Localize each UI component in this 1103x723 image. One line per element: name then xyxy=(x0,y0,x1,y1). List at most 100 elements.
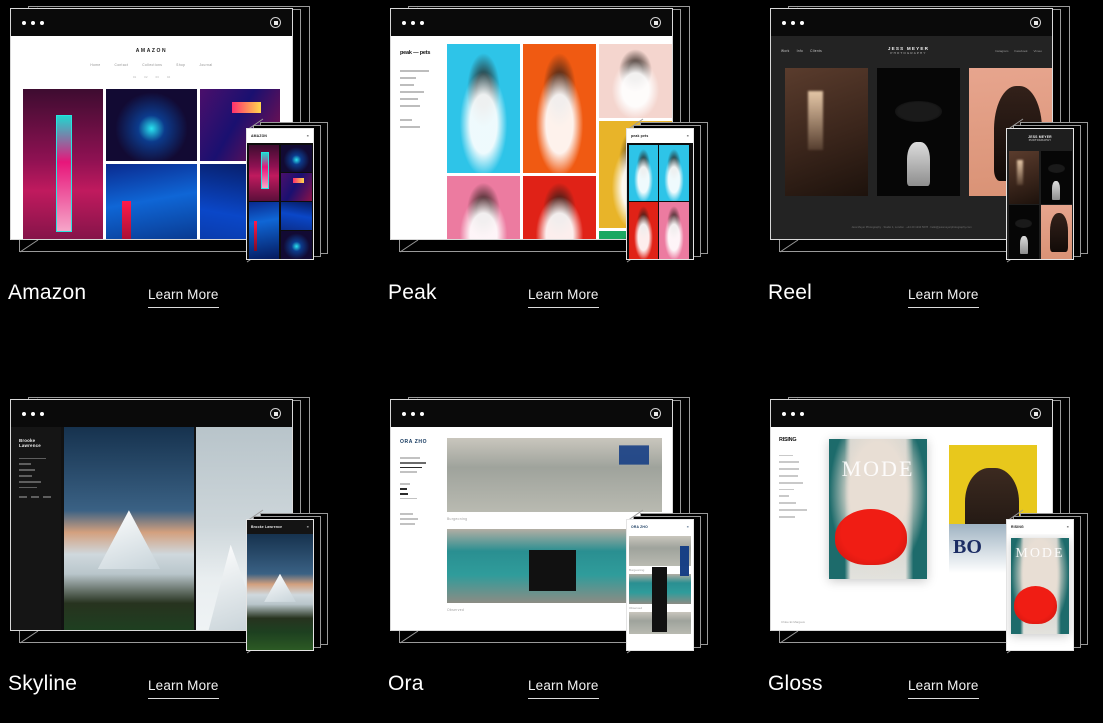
template-card-amazon[interactable]: AMAZON Home Contact Collections Shop Jou… xyxy=(0,0,340,361)
learn-more-link[interactable]: Learn More xyxy=(908,678,979,699)
site-nav xyxy=(400,457,432,474)
photo-tile xyxy=(280,173,312,201)
site-logo: ORA ZHO xyxy=(400,439,428,445)
learn-more-link[interactable]: Learn More xyxy=(148,287,219,308)
nav-item xyxy=(19,469,35,471)
photo-tile xyxy=(447,176,520,239)
record-circle-icon[interactable] xyxy=(650,17,661,28)
nav-item xyxy=(400,522,416,525)
browser-chrome xyxy=(391,9,672,36)
template-title: Skyline xyxy=(8,672,78,695)
nav-item xyxy=(400,492,409,495)
hamburger-icon[interactable]: ≡ xyxy=(687,525,689,529)
phone-preview[interactable]: RISING ≡ MODE xyxy=(1006,519,1074,651)
record-circle-icon[interactable] xyxy=(270,408,281,419)
phone-mockup-group[interactable]: peak pets ≡ xyxy=(626,118,720,272)
photo-tile xyxy=(599,44,672,118)
template-card-ora[interactable]: ORA ZHO Burgeoning Observed ORA ZHO ≡ Bu… xyxy=(380,391,720,723)
site-sidebar: ORA ZHO xyxy=(391,427,441,630)
traffic-light-dots[interactable] xyxy=(22,20,44,25)
phone-mockup-group[interactable]: AMAZON ≡ xyxy=(246,118,340,272)
nav-item: Home xyxy=(90,63,101,67)
subnav-item xyxy=(400,119,412,122)
photo-tile xyxy=(247,534,313,650)
traffic-light-dots[interactable] xyxy=(402,411,424,416)
nav-item: Work xyxy=(781,49,790,53)
window-dot-icon xyxy=(791,20,795,25)
phone-mockup-group[interactable]: ORA ZHO ≡ Burgeoning Observed xyxy=(626,509,720,663)
phone-preview[interactable]: JESS MEYER PHOTOGRAPHY xyxy=(1006,128,1074,260)
window-dot-icon xyxy=(411,20,415,25)
phone-logo: ORA ZHO xyxy=(631,525,648,529)
site-nav: Work Info Clients xyxy=(781,49,822,53)
phone-preview[interactable]: ORA ZHO ≡ Burgeoning Observed xyxy=(626,519,694,651)
nav-item xyxy=(779,509,808,511)
photo-tile xyxy=(523,44,596,173)
site-nav xyxy=(19,457,53,489)
traffic-light-dots[interactable] xyxy=(22,411,44,416)
nav-item xyxy=(400,84,414,87)
window-dot-icon xyxy=(791,411,795,416)
nav-item xyxy=(19,480,41,483)
photo-tile xyxy=(248,202,280,259)
photo-tile xyxy=(447,44,520,173)
phone-viewport: Burgeoning Observed xyxy=(627,534,693,650)
nav-item xyxy=(400,105,420,108)
record-circle-icon[interactable] xyxy=(650,408,661,419)
traffic-light-dots[interactable] xyxy=(782,20,804,25)
photo-tile xyxy=(1040,150,1072,204)
window-dot-icon xyxy=(800,20,804,25)
learn-more-link[interactable]: Learn More xyxy=(528,678,599,699)
site-subnav: 01 02 03 04 xyxy=(11,75,292,79)
cover-title: MODE xyxy=(841,456,915,481)
phone-mockup-group[interactable]: JESS MEYER PHOTOGRAPHY xyxy=(1006,118,1100,272)
photo-tile xyxy=(280,231,312,259)
phone-logo: AMAZON xyxy=(251,134,268,138)
template-card-skyline[interactable]: Brooke Lawrence Brooke Lawrence ≡ Skylin… xyxy=(0,391,340,723)
record-circle-icon[interactable] xyxy=(1030,17,1041,28)
learn-more-link[interactable]: Learn More xyxy=(528,287,599,308)
template-card-peak[interactable]: peak — pets peak pets ≡ Peak Learn More xyxy=(380,0,720,361)
nav-item xyxy=(779,495,789,498)
nav-item xyxy=(779,502,797,505)
hamburger-icon[interactable]: ≡ xyxy=(1067,525,1069,529)
photo-tile xyxy=(64,427,194,630)
site-nav xyxy=(779,454,811,518)
photo-tile xyxy=(105,89,198,161)
record-circle-icon[interactable] xyxy=(1030,408,1041,419)
site-subnav xyxy=(19,496,53,499)
learn-more-link[interactable]: Learn More xyxy=(148,678,219,699)
nav-item xyxy=(400,77,416,80)
traffic-light-dots[interactable] xyxy=(402,20,424,25)
phone-logo: Brooke Lawrence xyxy=(251,525,283,529)
nav-item xyxy=(19,457,46,460)
nav-item xyxy=(400,70,430,73)
phone-preview[interactable]: AMAZON ≡ xyxy=(246,128,314,260)
browser-chrome xyxy=(771,400,1052,427)
phone-preview[interactable]: Brooke Lawrence ≡ xyxy=(246,519,314,651)
hamburger-icon[interactable]: ≡ xyxy=(687,134,689,138)
hamburger-icon[interactable]: ≡ xyxy=(307,525,309,529)
site-nav-tertiary xyxy=(400,513,432,525)
window-dot-icon xyxy=(411,411,415,416)
hamburger-icon[interactable]: ≡ xyxy=(307,134,309,138)
site-nav-secondary xyxy=(400,483,432,500)
browser-chrome xyxy=(11,9,292,36)
subnav-item: 04 xyxy=(166,75,171,79)
nav-item xyxy=(779,468,799,471)
record-circle-icon[interactable] xyxy=(270,17,281,28)
window-dot-icon xyxy=(782,20,786,25)
photo-tile xyxy=(629,574,691,604)
browser-chrome xyxy=(771,9,1052,36)
phone-mockup-group[interactable]: RISING ≡ MODE xyxy=(1006,509,1100,663)
template-card-gloss[interactable]: RISING Chloe Et Margaux MODE BO RISING ≡… xyxy=(760,391,1100,723)
template-title: Ora xyxy=(388,672,424,695)
learn-more-link[interactable]: Learn More xyxy=(908,287,979,308)
template-card-reel[interactable]: Work Info Clients JESS MEYER PHOTOGRAPHY… xyxy=(760,0,1100,361)
site-logo: peak — pets xyxy=(400,50,431,56)
browser-chrome xyxy=(391,400,672,427)
phone-preview[interactable]: peak pets ≡ xyxy=(626,128,694,260)
phone-mockup-group[interactable]: Brooke Lawrence ≡ xyxy=(246,509,340,663)
phone-viewport: MODE xyxy=(1007,534,1073,650)
traffic-light-dots[interactable] xyxy=(782,411,804,416)
